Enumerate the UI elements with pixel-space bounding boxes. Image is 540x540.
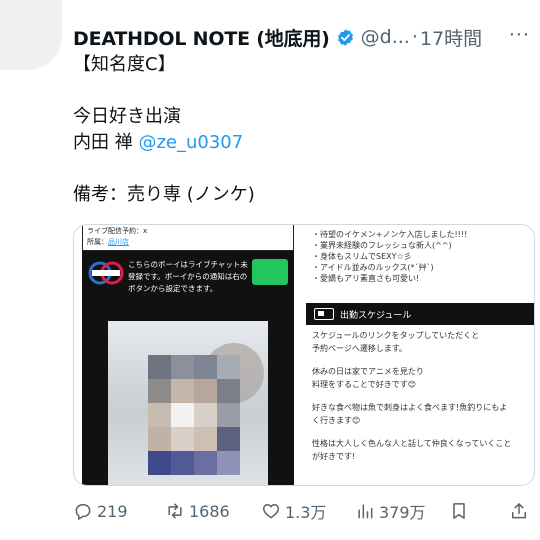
repost-count: 1686 (189, 501, 230, 521)
more-options-icon[interactable]: ··· (509, 24, 530, 46)
text-line: 休みの日は家でアニメを見たり (312, 367, 424, 376)
shop-logo-icon (88, 261, 124, 285)
personality-paragraph: 性格は大人しく色んな人と話して仲良くなっていくこと が好きです! (312, 437, 532, 463)
view-count: 379万 (379, 503, 426, 522)
views-button[interactable]: 379万 (355, 498, 426, 524)
mosaic-face (148, 355, 240, 475)
profile-photo-frame (82, 321, 294, 485)
person-mention-link[interactable]: @ze_u0307 (138, 132, 243, 153)
text-line: 料理をすることで好きです😊 (312, 380, 417, 389)
notification-button (252, 259, 288, 285)
tweet-time[interactable]: 17時間 (420, 24, 482, 51)
bookmark-button[interactable] (449, 498, 473, 524)
media-image-right[interactable]: ・待望のイケメン+ノンケ入店しました!!!! ・業界未経験のフレッシュな新人(^… (306, 225, 534, 485)
live-chat-notice: こちらのボーイはライブチャット未登録です。ボーイからの通知は右のボタンから設定で… (128, 260, 248, 293)
media-image-left[interactable]: ライブ配信予約：x 所属：品川店 こちらのボーイはライブチャット未登録です。ボー… (74, 225, 300, 485)
schedule-title: 出勤スケジュール (340, 310, 412, 321)
reply-count: 219 (97, 501, 128, 521)
schedule-icon (314, 308, 334, 320)
reply-button[interactable]: 219 (73, 498, 128, 524)
like-button[interactable]: 1.3万 (261, 498, 326, 524)
like-count: 1.3万 (285, 503, 327, 522)
tweet-actions: 219 1686 1.3万 379万 (73, 498, 533, 524)
like-icon (262, 504, 280, 519)
views-icon (358, 504, 373, 519)
share-icon (512, 503, 526, 519)
person-line: 内田 禅 @ze_u0307 (73, 130, 523, 156)
bookmark-icon (453, 503, 465, 519)
text-line: く行きます😊 (312, 416, 361, 425)
text-line: 予約ページへ遷移します。 (312, 344, 408, 353)
repost-button[interactable]: 1686 (165, 498, 230, 524)
hobby-paragraph: 休みの日は家でアニメを見たり 料理をすることで好きです😊 (312, 365, 532, 391)
text-line: が好きです! (312, 452, 356, 461)
tweet-media[interactable]: ライブ配信予約：x 所属：品川店 こちらのボーイはライブチャット未登録です。ボー… (73, 224, 535, 486)
show-line: 今日好き出演 (73, 106, 181, 127)
author-avatar[interactable] (0, 0, 62, 70)
reply-icon (75, 504, 91, 521)
shop-link: 品川店 (108, 238, 129, 246)
pixelated-profile-photo (108, 321, 268, 485)
tweet-text: 【知名度C】 今日好き出演 内田 禅 @ze_u0307 備考：売り専 (ノンケ… (73, 52, 523, 208)
author-handle[interactable]: @d... (361, 26, 410, 48)
schedule-description: スケジュールのリンクをタップしていただくと 予約ページへ遷移します。 (312, 329, 532, 355)
bullet-item: ・待望のイケメン+ノンケ入店しました!!!! (312, 230, 468, 239)
schedule-header: 出勤スケジュール (306, 303, 534, 325)
profile-description: スケジュールのリンクをタップしていただくと 予約ページへ遷移します。 休みの日は… (312, 329, 532, 473)
live-schedule-text: ライブ配信予約：x (87, 227, 148, 235)
bullet-item: ・業界未経験のフレッシュな新人(^^) (312, 241, 452, 250)
verified-badge-icon (337, 28, 353, 46)
author-name[interactable]: DEATHDOL NOTE (地底用) (73, 24, 330, 51)
profile-bullets: ・待望のイケメン+ノンケ入店しました!!!! ・業界未経験のフレッシュな新人(^… (312, 229, 534, 284)
shop-line: 所属：品川店 (87, 237, 289, 248)
text-line: 好きな食べ物は魚で刺身はよく食べます!魚釣りにもよ (312, 403, 508, 412)
header-separator: · (411, 26, 418, 48)
repost-icon (168, 503, 182, 519)
live-chat-banner: こちらのボーイはライブチャット未登録です。ボーイからの通知は右のボタンから設定で… (82, 251, 294, 321)
shop-label: 所属： (87, 238, 108, 246)
person-name: 内田 禅 (73, 132, 133, 153)
bullet-item: ・愛嬌もアリ素直さも可愛い! (312, 274, 420, 283)
note-line: 備考：売り専 (ノンケ) (73, 184, 255, 205)
bullet-item: ・アイドル並みのルックス(*´艸`) (312, 263, 434, 272)
tweet-header: DEATHDOL NOTE (地底用) @d... · 17時間 ··· (73, 22, 530, 52)
live-info-box: ライブ配信予約：x 所属：品川店 (82, 225, 294, 251)
text-line: 性格は大人しく色んな人と話して仲良くなっていくこと (312, 439, 512, 448)
bullet-item: ・身体もスリムでSEXY☆彡 (312, 252, 412, 261)
text-line: スケジュールのリンクをタップしていただくと (312, 331, 480, 340)
share-button[interactable] (509, 498, 533, 524)
food-paragraph: 好きな食べ物は魚で刺身はよく食べます!魚釣りにもよ く行きます😊 (312, 401, 532, 427)
rank-line: 【知名度C】 (73, 54, 176, 75)
